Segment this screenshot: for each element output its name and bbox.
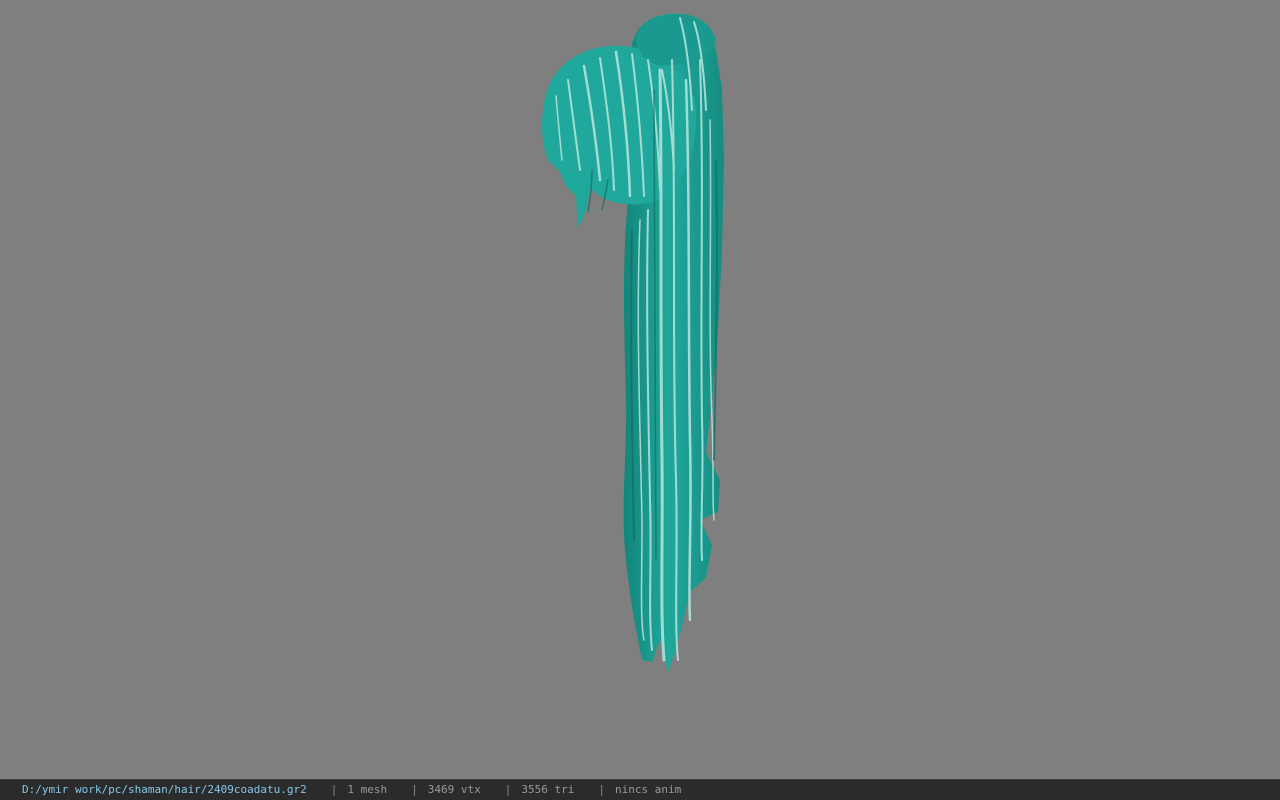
status-bar: D:/ymir work/pc/shaman/hair/2409coadatu.… [0, 779, 1280, 800]
3d-viewport[interactable] [0, 0, 1280, 779]
status-separator: | [598, 783, 605, 796]
hair-model[interactable] [0, 0, 1280, 779]
status-separator: | [411, 783, 418, 796]
status-separator: | [504, 783, 512, 796]
status-separator: | [330, 783, 338, 796]
animation-status: nincs anim [615, 783, 682, 796]
mesh-count: 1 mesh [347, 783, 388, 796]
triangle-count: 3556 tri [521, 783, 575, 796]
vertex-count: 3469 vtx [427, 783, 481, 796]
file-path: D:/ymir work/pc/shaman/hair/2409coadatu.… [22, 783, 307, 796]
